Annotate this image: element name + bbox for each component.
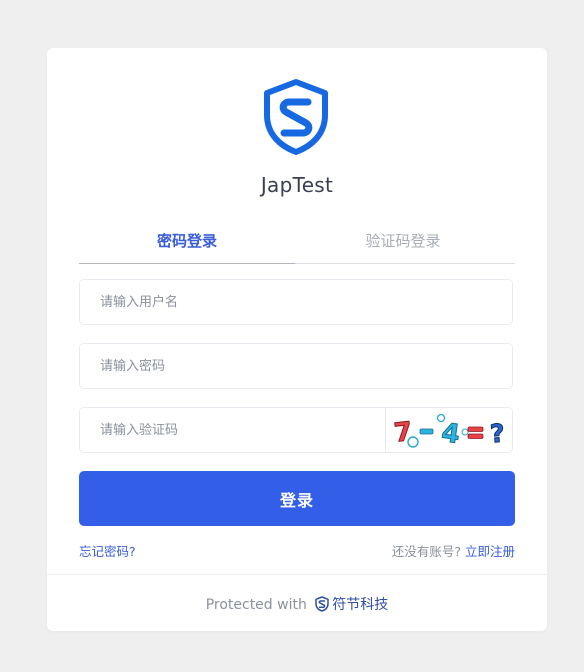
svg-text:?: ? — [489, 419, 506, 449]
password-field — [79, 343, 513, 389]
brand-name: 符节科技 — [332, 597, 389, 613]
login-tabs: 密码登录 验证码登录 — [79, 226, 515, 264]
shield-s-logo-icon — [264, 79, 328, 155]
login-card: JapTest 密码登录 验证码登录 7 4 — [47, 48, 547, 631]
captcha-field: 7 4 ? — [79, 407, 513, 453]
captcha-input[interactable] — [80, 408, 388, 452]
svg-text:7: 7 — [393, 417, 414, 449]
footer: Protected with 符节科技 — [47, 594, 547, 614]
forgot-password-link[interactable]: 忘记密码? — [79, 541, 136, 560]
register-row: 还没有账号? 立即注册 — [392, 541, 515, 560]
svg-text:4: 4 — [440, 418, 462, 450]
tab-code-login[interactable]: 验证码登录 — [295, 226, 511, 262]
captcha-graphic: 7 4 ? — [392, 413, 506, 451]
shield-s-icon — [315, 596, 330, 612]
app-title: JapTest — [260, 173, 334, 197]
footer-divider — [47, 574, 547, 575]
username-input[interactable] — [80, 280, 512, 324]
login-button[interactable]: 登录 — [79, 471, 515, 526]
tab-password-login[interactable]: 密码登录 — [79, 226, 295, 262]
register-link[interactable]: 立即注册 — [465, 544, 515, 559]
active-tab-indicator — [79, 263, 295, 264]
protected-text: Protected with — [205, 597, 307, 613]
captcha-image[interactable]: 7 4 ? — [385, 408, 512, 452]
username-field — [79, 279, 513, 325]
password-input[interactable] — [80, 344, 512, 388]
register-prompt: 还没有账号? — [391, 544, 461, 559]
